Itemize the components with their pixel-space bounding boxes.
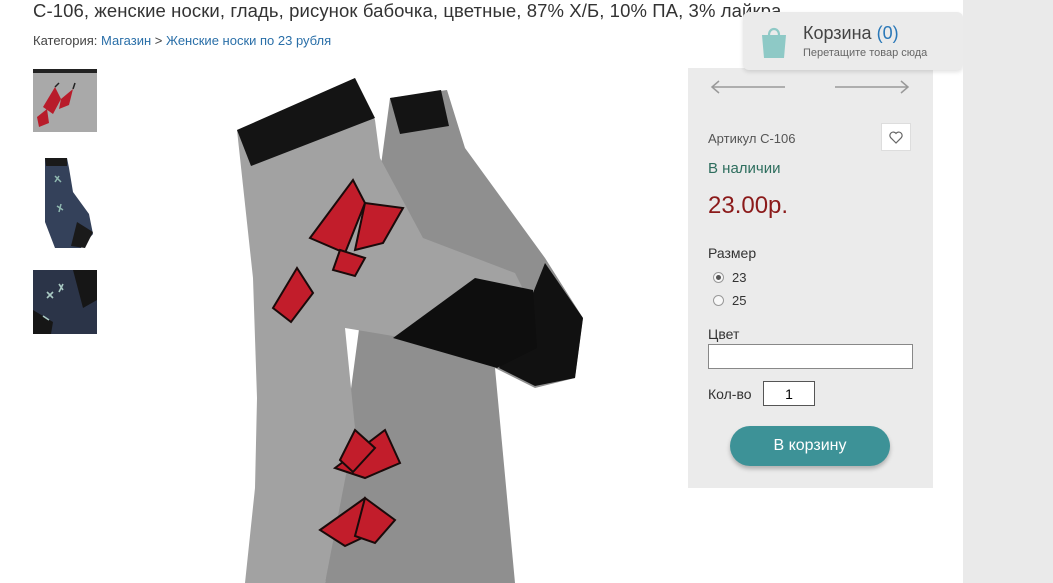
breadcrumb-prefix: Категория:: [33, 33, 101, 48]
size-option-label: 25: [732, 293, 747, 308]
thumbnail-2[interactable]: [33, 152, 97, 250]
cart-widget[interactable]: Корзина (0) Перетащите товар сюда: [743, 12, 963, 70]
color-input[interactable]: [708, 344, 913, 369]
cart-label: Корзина: [803, 23, 872, 43]
quantity-label: Кол-во: [708, 386, 752, 402]
cart-count: (0): [876, 23, 899, 43]
arrow-right-icon: [835, 80, 910, 94]
shopping-bag-icon: [762, 27, 786, 58]
size-label: Размер: [708, 245, 757, 261]
heart-icon: [889, 130, 903, 144]
favorite-button[interactable]: [881, 123, 911, 151]
radio-button[interactable]: [713, 295, 724, 306]
radio-button[interactable]: [713, 272, 724, 283]
prev-arrow-button[interactable]: [710, 80, 786, 94]
size-option-label: 23: [732, 270, 747, 285]
size-option-23[interactable]: 23: [713, 270, 746, 285]
size-option-25[interactable]: 25: [713, 293, 746, 308]
product-price: 23.00р.: [708, 192, 789, 219]
thumbnail-1[interactable]: [33, 69, 97, 132]
quantity-input[interactable]: [763, 381, 815, 406]
color-label: Цвет: [708, 326, 740, 342]
breadcrumb-separator: >: [151, 33, 166, 48]
breadcrumb: Категория: Магазин > Женские носки по 23…: [33, 33, 331, 48]
arrow-left-icon: [710, 80, 785, 94]
thumbnail-3[interactable]: [33, 270, 97, 334]
add-to-cart-button[interactable]: В корзину: [730, 426, 890, 466]
product-page: С-106, женские носки, гладь, рисунок баб…: [0, 0, 963, 583]
product-sku: Артикул С-106: [708, 131, 796, 146]
product-options-panel: Артикул С-106 В наличии 23.00р. Размер 2…: [688, 68, 933, 488]
availability-status: В наличии: [708, 160, 781, 177]
cart-title: Корзина (0): [803, 23, 899, 44]
page-title: С-106, женские носки, гладь, рисунок баб…: [33, 0, 782, 21]
product-main-image: [215, 68, 615, 583]
breadcrumb-link-category[interactable]: Женские носки по 23 рубля: [166, 33, 331, 48]
cart-hint: Перетащите товар сюда: [803, 47, 928, 59]
breadcrumb-link-shop[interactable]: Магазин: [101, 33, 151, 48]
next-arrow-button[interactable]: [834, 80, 910, 94]
